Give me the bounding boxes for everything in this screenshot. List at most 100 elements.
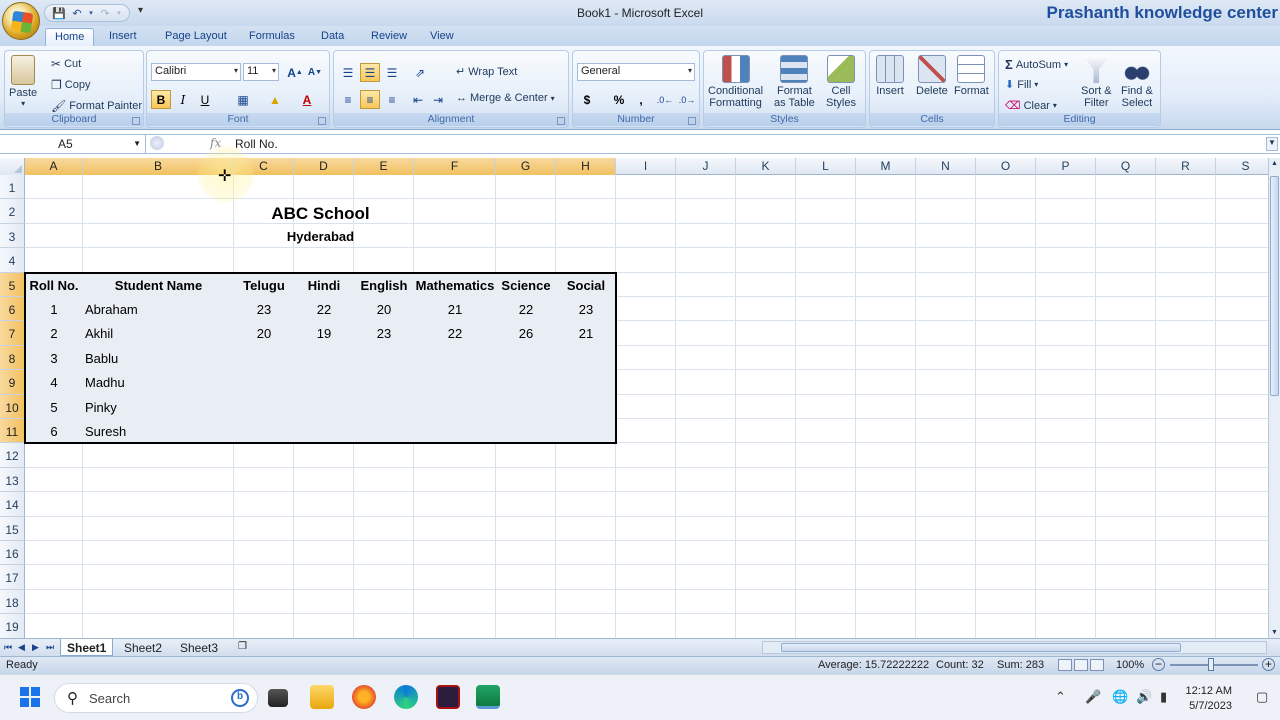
copy-button[interactable]: ❐ Copy [51,78,90,92]
insert-sheet-icon[interactable]: ❐ [232,639,253,656]
bing-icon[interactable]: b [231,689,249,707]
header-cell[interactable]: Hindi [294,278,354,293]
column-header-k[interactable]: K [736,158,796,175]
column-header-f[interactable]: F [414,158,496,175]
next-sheet-icon[interactable]: ▶ [32,642,39,653]
increase-indent-icon[interactable]: ⇥ [428,90,448,109]
column-header-g[interactable]: G [496,158,556,175]
column-header-q[interactable]: Q [1096,158,1156,175]
header-cell[interactable]: Science [496,278,556,293]
align-top-icon[interactable]: ☰ [338,63,358,82]
tab-data[interactable]: Data [312,28,353,46]
row-header-3[interactable]: 3 [0,223,25,249]
row-header-19[interactable]: 19 [0,614,25,638]
mark-cell[interactable]: 20 [234,326,294,341]
roll-no-cell[interactable]: 1 [25,302,83,317]
mark-cell[interactable]: 20 [354,302,414,317]
office-button[interactable] [2,2,40,40]
decrease-indent-icon[interactable]: ⇤ [408,90,428,109]
align-right-icon[interactable]: ≡ [382,90,402,109]
delete-cells-button[interactable]: Delete [916,55,948,97]
student-name-cell[interactable]: Akhil [83,326,234,341]
header-cell[interactable]: Social [556,278,616,293]
tab-home[interactable]: Home [45,28,95,46]
student-name-cell[interactable]: Madhu [83,375,234,390]
fill-button[interactable]: ⬇ Fill ▾ [1005,78,1038,92]
row-header-7[interactable]: 7 [0,321,25,346]
student-name-cell[interactable]: Bablu [83,351,234,366]
school-title-cell[interactable]: ABC School [25,204,616,224]
find-select-button[interactable]: Find & Select [1121,55,1153,109]
orientation-icon[interactable]: ⇗ [410,63,430,82]
column-header-j[interactable]: J [676,158,736,175]
roll-no-cell[interactable]: 6 [25,424,83,439]
student-name-cell[interactable]: Pinky [83,400,234,415]
row-header-17[interactable]: 17 [0,565,25,590]
column-header-h[interactable]: H [556,158,616,175]
vertical-scroll-thumb[interactable] [1270,176,1279,396]
sheet-tab-sheet2[interactable]: Sheet2 [118,639,168,656]
tab-page-layout[interactable]: Page Layout [156,28,236,46]
format-as-table-button[interactable]: Format as Table [774,55,815,109]
taskbar-search[interactable]: ⚲ Search b [54,683,258,713]
roll-no-cell[interactable]: 2 [25,326,83,341]
column-header-n[interactable]: N [916,158,976,175]
font-launcher-icon[interactable] [318,117,326,125]
row-header-4[interactable]: 4 [0,248,25,273]
paste-button[interactable]: Paste ▾ [9,55,37,108]
column-header-e[interactable]: E [354,158,414,175]
number-launcher-icon[interactable] [688,117,696,125]
alignment-launcher-icon[interactable] [557,117,565,125]
italic-button[interactable]: I [173,90,193,109]
conditional-formatting-button[interactable]: Conditional Formatting [708,55,763,109]
scroll-up-icon[interactable]: ▲ [1271,160,1278,167]
align-center-icon[interactable]: ≡ [360,90,380,109]
merge-center-button[interactable]: ↔ Merge & Center ▾ [456,92,555,104]
tab-view[interactable]: View [421,28,463,46]
tab-insert[interactable]: Insert [100,28,146,46]
cell-styles-button[interactable]: Cell Styles [826,55,856,109]
zoom-in-icon[interactable]: + [1262,658,1275,671]
windows-start-icon[interactable] [20,687,40,707]
currency-button[interactable]: $ [577,90,597,109]
wrap-text-button[interactable]: ↵ Wrap Text [456,65,517,79]
tray-chevron-icon[interactable]: ⌃ [1055,689,1066,705]
row-header-9[interactable]: 9 [0,370,25,395]
prev-sheet-icon[interactable]: ◀ [18,642,25,653]
file-explorer-icon[interactable] [310,685,334,709]
font-size-combo[interactable]: 11 ▾ [243,63,279,81]
row-header-16[interactable]: 16 [0,541,25,566]
scroll-down-icon[interactable]: ▼ [1271,629,1278,636]
underline-button[interactable]: U [195,90,215,109]
shrink-font-icon[interactable]: A ▼ [305,63,325,82]
zoom-out-icon[interactable]: − [1152,658,1165,671]
battery-icon[interactable]: ▮ [1160,689,1167,705]
row-header-5[interactable]: 5 [0,272,25,297]
tab-review[interactable]: Review [362,28,416,46]
row-header-2[interactable]: 2 [0,199,25,224]
row-header-6[interactable]: 6 [0,297,25,322]
mark-cell[interactable]: 23 [234,302,294,317]
comma-button[interactable]: , [631,90,651,109]
column-header-r[interactable]: R [1156,158,1216,175]
horizontal-scrollbar[interactable] [762,641,1267,654]
school-city-cell[interactable]: Hyderabad [25,229,616,244]
format-painter-button[interactable]: 🖌 Format Painter [51,99,142,113]
sheet-tab-sheet3[interactable]: Sheet3 [174,639,224,656]
clear-button[interactable]: ⌫ Clear ▾ [1005,99,1057,113]
column-header-l[interactable]: L [796,158,856,175]
font-name-combo[interactable]: Calibri ▾ [151,63,241,81]
column-header-d[interactable]: D [294,158,354,175]
mark-cell[interactable]: 22 [294,302,354,317]
volume-icon[interactable]: 🔊 [1136,689,1152,705]
column-header-s[interactable]: S [1216,158,1268,175]
align-middle-icon[interactable]: ☰ [360,63,380,82]
mark-cell[interactable]: 19 [294,326,354,341]
mark-cell[interactable]: 22 [414,326,496,341]
header-cell[interactable]: English [354,278,414,293]
number-format-combo[interactable]: General ▾ [577,63,695,81]
header-cell[interactable]: Student Name [83,278,234,293]
excel-icon[interactable] [476,685,500,709]
zoom-slider[interactable] [1170,664,1258,666]
insert-cells-button[interactable]: Insert [876,55,904,97]
